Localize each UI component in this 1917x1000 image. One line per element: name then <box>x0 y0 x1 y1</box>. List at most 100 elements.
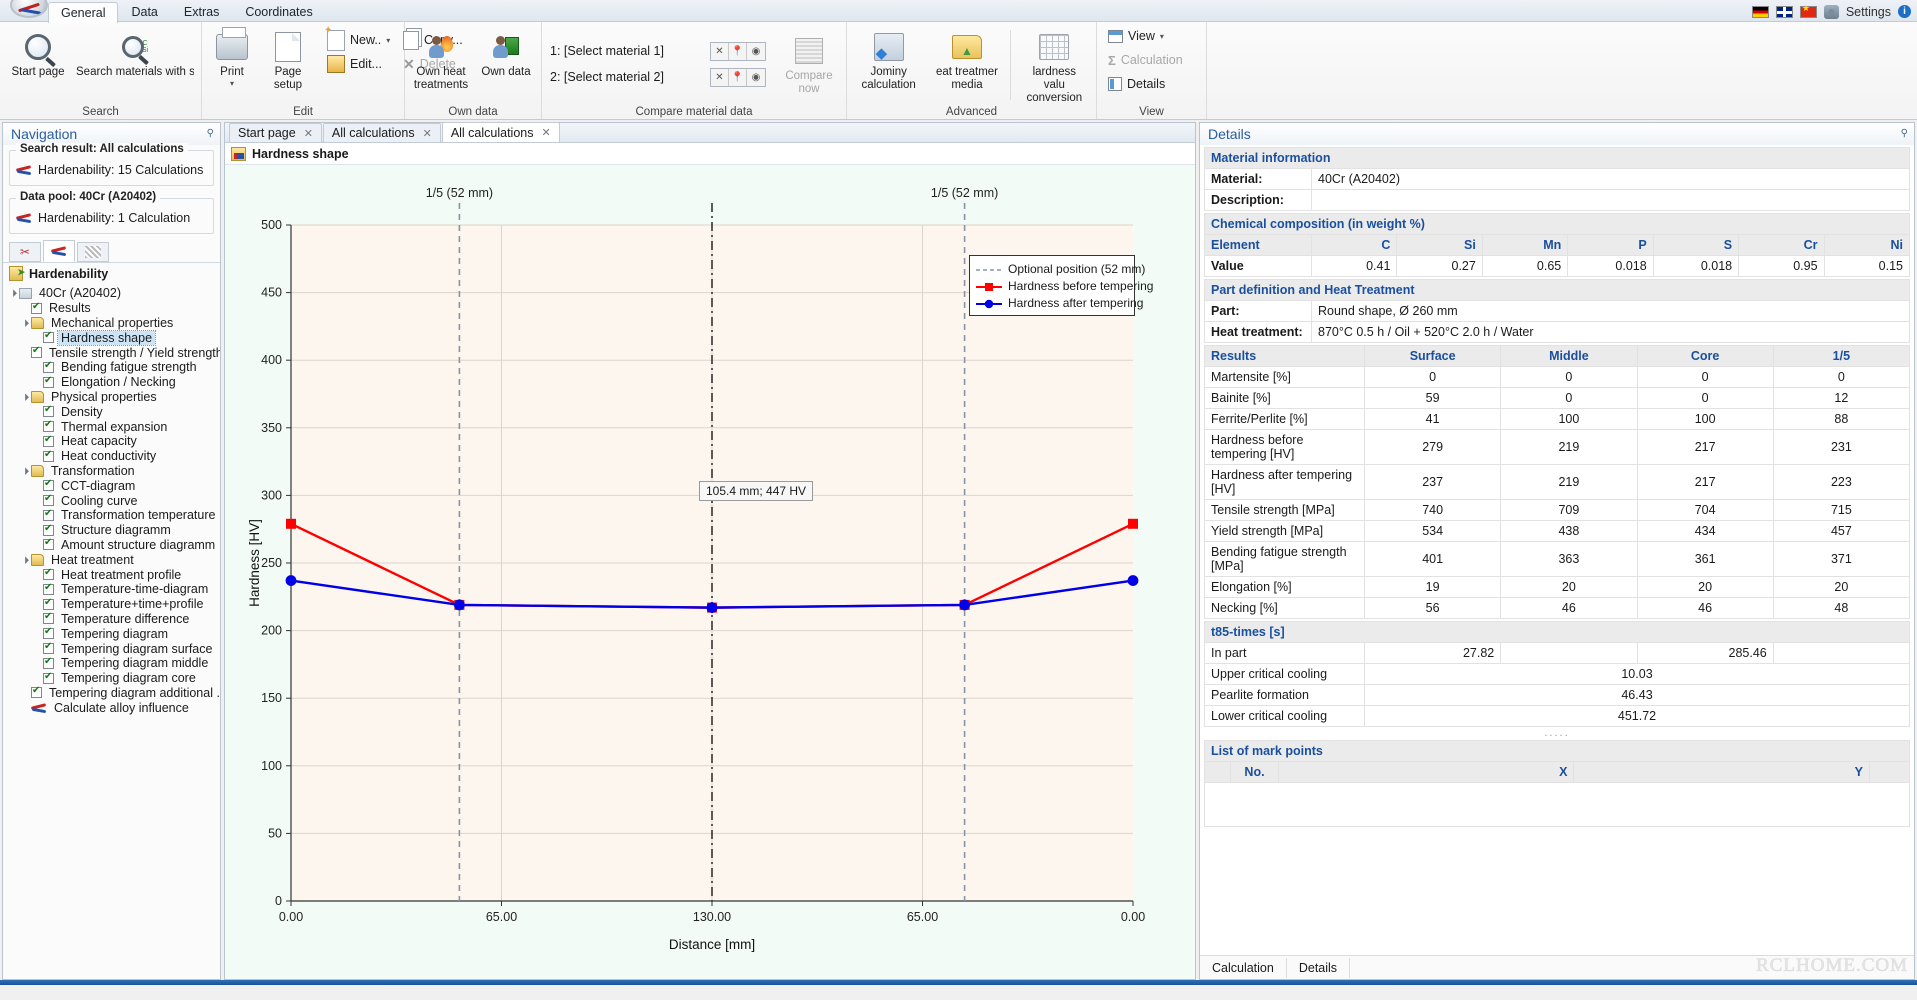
tree-item[interactable]: ◢Heat treatment <box>7 552 220 567</box>
tree-expander-icon[interactable]: ◢ <box>18 316 32 330</box>
info-icon[interactable]: i <box>1898 5 1911 18</box>
checkbox-checked-icon[interactable] <box>31 687 42 698</box>
doc-tab-start-page[interactable]: Start page ✕ <box>229 123 322 142</box>
tree-item[interactable]: Tempering diagram <box>7 626 220 641</box>
tab-data[interactable]: Data <box>118 1 170 22</box>
tree-item[interactable]: ◢Transformation <box>7 464 220 479</box>
checkbox-checked-icon[interactable] <box>43 569 54 580</box>
tab-coordinates[interactable]: Coordinates <box>232 1 325 22</box>
mark-points-empty-area[interactable] <box>1204 783 1910 827</box>
close-icon[interactable]: ✕ <box>304 127 313 140</box>
tree-item[interactable]: Transformation temperature <box>7 508 220 523</box>
footer-tab-calculation[interactable]: Calculation <box>1200 958 1287 978</box>
jominy-calculation-button[interactable]: Jominy calculation <box>849 26 928 94</box>
start-page-button[interactable]: Start page <box>2 26 74 81</box>
chevron-down-icon[interactable]: ▾ <box>386 36 390 45</box>
clear-material-1-icon[interactable]: ✕ <box>711 43 729 60</box>
print-caret-icon[interactable]: ▾ <box>230 79 234 88</box>
show-material-1-icon[interactable]: ◉ <box>747 43 765 60</box>
settings-label[interactable]: Settings <box>1846 5 1891 19</box>
hardness-conversion-button[interactable]: lardness valu conversion <box>1015 26 1094 107</box>
checkbox-checked-icon[interactable] <box>31 303 42 314</box>
search-similar-analysis-button[interactable]: CSi Search materials with similar analys… <box>74 26 196 81</box>
tree-item[interactable]: Tensile strength / Yield strength <box>7 345 220 360</box>
nav-tab-hardenability[interactable] <box>43 240 75 262</box>
checkbox-checked-icon[interactable] <box>31 347 42 358</box>
checkbox-checked-icon[interactable] <box>43 362 54 373</box>
tree-item[interactable]: Temperature difference <box>7 612 220 627</box>
search-result-item[interactable]: Hardenability: 15 Calculations <box>14 161 209 179</box>
checkbox-checked-icon[interactable] <box>43 480 54 491</box>
tab-general[interactable]: General <box>48 2 118 23</box>
edit-button[interactable]: Edit... <box>324 52 400 76</box>
select-material-2-label[interactable]: 2: [Select material 2] <box>550 70 700 84</box>
checkbox-checked-icon[interactable] <box>43 421 54 432</box>
close-icon[interactable]: ✕ <box>542 126 551 139</box>
tree-item[interactable]: Calculate alloy influence <box>7 700 220 715</box>
panel-resize-handle[interactable]: ..... <box>1204 727 1910 740</box>
tree-expander-icon[interactable]: ◢ <box>18 553 32 567</box>
show-material-2-icon[interactable]: ◉ <box>747 69 765 86</box>
tree-item[interactable]: ◢Physical properties <box>7 390 220 405</box>
checkbox-checked-icon[interactable] <box>43 406 54 417</box>
chevron-down-icon[interactable]: ▾ <box>1160 32 1164 41</box>
own-heat-treatments-button[interactable]: Own heat treatments <box>407 26 475 94</box>
checkbox-checked-icon[interactable] <box>43 539 54 550</box>
page-setup-button[interactable]: Page setup <box>260 26 316 94</box>
tab-extras[interactable]: Extras <box>171 1 232 22</box>
tree-item[interactable]: Heat treatment profile <box>7 567 220 582</box>
pin-material-2-icon[interactable]: 📍 <box>729 69 747 86</box>
checkbox-checked-icon[interactable] <box>43 332 54 343</box>
view-button[interactable]: View ▾ <box>1105 24 1171 48</box>
own-data-button[interactable]: Own data <box>475 26 537 81</box>
select-material-1-label[interactable]: 1: [Select material 1] <box>550 44 700 58</box>
checkbox-checked-icon[interactable] <box>43 377 54 388</box>
tree-item[interactable]: Tempering diagram additional ... <box>7 686 220 701</box>
tree-item[interactable]: Tempering diagram surface <box>7 641 220 656</box>
checkbox-checked-icon[interactable] <box>43 525 54 536</box>
checkbox-checked-icon[interactable] <box>43 495 54 506</box>
tree-item[interactable]: Bending fatigue strength <box>7 360 220 375</box>
details-button[interactable]: Details <box>1105 72 1172 96</box>
tree-item[interactable]: Density <box>7 404 220 419</box>
checkbox-checked-icon[interactable] <box>43 451 54 462</box>
checkbox-checked-icon[interactable] <box>43 628 54 639</box>
flag-cn-icon[interactable] <box>1800 6 1817 18</box>
clear-material-2-icon[interactable]: ✕ <box>711 69 729 86</box>
doc-tab-all-calculations-2[interactable]: All calculations ✕ <box>442 122 560 142</box>
pin-icon[interactable]: ⚲ <box>1901 128 1908 139</box>
flag-de-icon[interactable] <box>1752 6 1769 18</box>
tree-item[interactable]: Elongation / Necking <box>7 375 220 390</box>
close-icon[interactable]: ✕ <box>423 127 432 140</box>
tree-item[interactable]: Heat conductivity <box>7 449 220 464</box>
tree-item[interactable]: Temperature-time-diagram <box>7 582 220 597</box>
navigation-tree[interactable]: ◢40Cr (A20402)Results◢Mechanical propert… <box>3 284 220 1000</box>
tree-expander-icon[interactable]: ◢ <box>6 286 20 300</box>
print-button[interactable]: Print ▾ <box>204 26 260 90</box>
checkbox-checked-icon[interactable] <box>43 673 54 684</box>
checkbox-checked-icon[interactable] <box>43 599 54 610</box>
tree-item[interactable]: Amount structure diagramm <box>7 538 220 553</box>
checkbox-checked-icon[interactable] <box>43 643 54 654</box>
tree-item[interactable]: Tempering diagram middle <box>7 656 220 671</box>
tree-item[interactable]: CCT-diagram <box>7 478 220 493</box>
data-pool-item[interactable]: Hardenability: 1 Calculation <box>14 209 209 227</box>
checkbox-checked-icon[interactable] <box>43 658 54 669</box>
tree-item[interactable]: Tempering diagram core <box>7 671 220 686</box>
checkbox-checked-icon[interactable] <box>43 510 54 521</box>
footer-tab-details[interactable]: Details <box>1287 958 1350 978</box>
tree-item[interactable]: ◢40Cr (A20402) <box>7 286 220 301</box>
heat-treatment-media-button[interactable]: eat treatmer media <box>928 26 1005 94</box>
new-button[interactable]: New.. ▾ <box>324 28 400 52</box>
doc-tab-all-calculations-1[interactable]: All calculations ✕ <box>323 123 441 142</box>
pin-material-1-icon[interactable]: 📍 <box>729 43 747 60</box>
chart-plot-area[interactable]: 0501001502002503003504004505000.0065.001… <box>225 165 1195 979</box>
checkbox-checked-icon[interactable] <box>43 613 54 624</box>
pin-icon[interactable]: ⚲ <box>207 128 214 139</box>
checkbox-checked-icon[interactable] <box>43 436 54 447</box>
tree-expander-icon[interactable]: ◢ <box>18 464 32 478</box>
tree-item[interactable]: Thermal expansion <box>7 419 220 434</box>
tree-item[interactable]: Hardness shape <box>7 330 220 345</box>
tree-item[interactable]: Cooling curve <box>7 493 220 508</box>
tree-item[interactable]: ◢Mechanical properties <box>7 316 220 331</box>
